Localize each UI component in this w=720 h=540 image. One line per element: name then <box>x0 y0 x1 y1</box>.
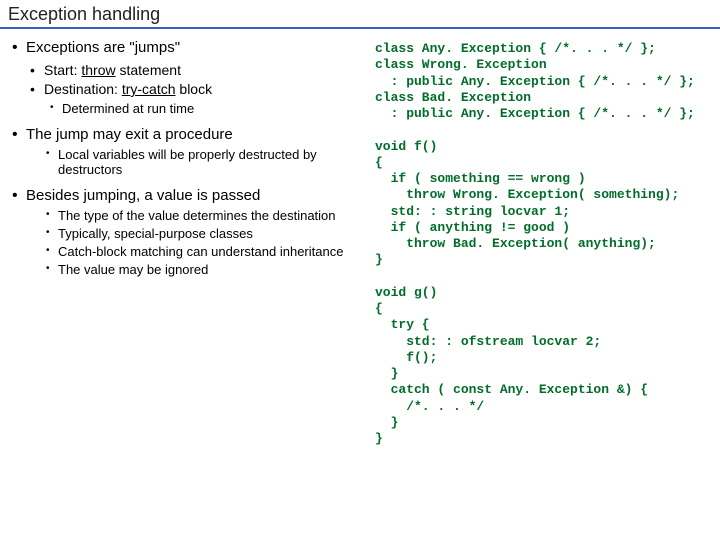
bullet-1b1: Determined at run time <box>44 101 363 116</box>
bullet-2-text: The jump may exit a procedure <box>26 126 233 143</box>
bullet-1-text: Exceptions are "jumps" <box>26 39 180 56</box>
bullet-3b: Typically, special-purpose classes <box>40 226 363 241</box>
bullet-1a-post: statement <box>116 62 181 78</box>
bullet-2: The jump may exit a procedure Local vari… <box>8 126 363 177</box>
bullet-1a-underline: throw <box>81 62 115 78</box>
bullet-1b-post: block <box>176 81 213 97</box>
bullet-2a: Local variables will be properly destruc… <box>40 147 363 177</box>
bullet-1b-pre: Destination: <box>44 81 122 97</box>
code-block: class Any. Exception { /*. . . */ }; cla… <box>375 39 712 447</box>
bullet-3a: The type of the value determines the des… <box>40 208 363 223</box>
bullet-3d: The value may be ignored <box>40 262 363 277</box>
slide-content: Exceptions are "jumps" Start: throw stat… <box>0 29 720 447</box>
bullet-3-text: Besides jumping, a value is passed <box>26 187 260 204</box>
bullet-column: Exceptions are "jumps" Start: throw stat… <box>8 39 363 447</box>
bullet-1b: Destination: try-catch block Determined … <box>26 81 363 116</box>
bullet-3c: Catch-block matching can understand inhe… <box>40 244 363 259</box>
bullet-1: Exceptions are "jumps" Start: throw stat… <box>8 39 363 116</box>
slide-title: Exception handling <box>0 0 720 29</box>
bullet-1a-pre: Start: <box>44 62 81 78</box>
bullet-3: Besides jumping, a value is passed The t… <box>8 187 363 277</box>
bullet-1a: Start: throw statement <box>26 62 363 78</box>
bullet-list: Exceptions are "jumps" Start: throw stat… <box>8 39 363 277</box>
bullet-1b-underline: try-catch <box>122 81 176 97</box>
